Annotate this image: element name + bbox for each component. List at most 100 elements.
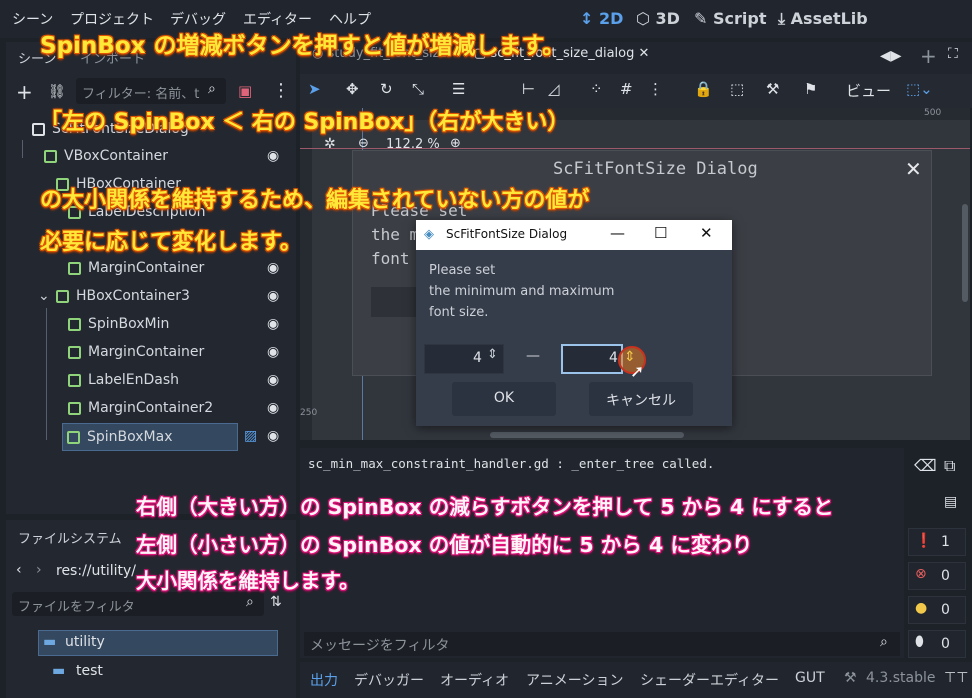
visibility-icon[interactable]: ◉ bbox=[267, 428, 279, 444]
list-tool-icon[interactable]: ☰ bbox=[452, 80, 465, 98]
annotation-line-6: 左側（小さい方）の SpinBox の値が自動的に 5 から 4 に変わり bbox=[136, 533, 753, 557]
filter-messages-button[interactable]: ❗ 1 bbox=[908, 528, 966, 556]
spinbox-max-value[interactable]: 4 bbox=[609, 350, 618, 366]
close-icon[interactable]: ✕ bbox=[639, 46, 650, 61]
visibility-icon[interactable]: ◉ bbox=[267, 148, 279, 164]
tab-debugger[interactable]: デバッガー bbox=[354, 670, 424, 690]
tree-item-margin-container2[interactable]: MarginContainer2 ◉ bbox=[8, 395, 292, 423]
skeleton-icon[interactable]: ⚑ bbox=[804, 80, 817, 98]
annotation-line-4: 必要に応じて変化します。 bbox=[40, 230, 302, 255]
link-icon[interactable]: ⛓ bbox=[48, 84, 66, 100]
mode-script-button[interactable]: ✎ Script bbox=[694, 9, 766, 28]
rotate-tool-icon[interactable]: ↻ bbox=[380, 80, 393, 98]
cancel-button[interactable]: キャンセル bbox=[589, 382, 693, 416]
vertical-ruler bbox=[300, 108, 312, 440]
tab-scroll-icon[interactable]: ◀▶ bbox=[880, 48, 902, 64]
group-icon[interactable]: ⬚ bbox=[730, 80, 744, 98]
move-tool-icon[interactable]: ✥ bbox=[346, 80, 359, 98]
visibility-icon[interactable]: ◉ bbox=[267, 260, 279, 276]
tab-shader-editor[interactable]: シェーダーエディター bbox=[640, 670, 779, 690]
tree-item-margin-2[interactable]: MarginContainer ◉ bbox=[8, 339, 292, 367]
ok-button[interactable]: OK bbox=[452, 382, 556, 416]
instance-icon[interactable]: ▣ bbox=[238, 82, 252, 100]
minimize-icon[interactable]: — bbox=[610, 224, 625, 242]
forward-icon[interactable]: › bbox=[36, 562, 42, 578]
tab-animation[interactable]: アニメーション bbox=[526, 670, 623, 690]
visibility-icon[interactable]: ◉ bbox=[267, 288, 279, 304]
filter-errors-button[interactable]: ⊗ 0 bbox=[908, 562, 966, 590]
bone-icon[interactable]: ⚒ bbox=[766, 80, 779, 98]
folder-utility[interactable]: ▬ utility bbox=[38, 630, 278, 656]
maximize-icon[interactable]: ☐ bbox=[654, 224, 667, 242]
hbox-icon bbox=[56, 290, 69, 303]
zoom-in-icon[interactable]: ⊕ bbox=[450, 136, 461, 151]
folder-test[interactable]: ▬ test bbox=[32, 660, 272, 686]
add-tab-icon[interactable]: + bbox=[920, 44, 937, 68]
zoom-out-icon[interactable]: ⊖ bbox=[358, 136, 369, 151]
pivot-icon: ✲ bbox=[324, 136, 336, 152]
tree-item-hbox3[interactable]: ⌄ HBoxContainer3 ◉ bbox=[8, 283, 292, 311]
tree-item-margin[interactable]: MarginContainer ◉ bbox=[8, 255, 292, 283]
back-icon[interactable]: ‹ bbox=[16, 562, 22, 578]
spinbox-min-value[interactable]: 4 bbox=[473, 350, 482, 366]
log-line: sc_min_max_constraint_handler.gd : _ente… bbox=[308, 456, 715, 471]
horizontal-scrollbar[interactable] bbox=[490, 432, 684, 438]
scene-filter-input[interactable]: フィルター: 名前、t ⌕ bbox=[76, 78, 226, 104]
message-filter-input[interactable]: メッセージをフィルタ ⌕ bbox=[304, 632, 900, 656]
chevron-down-icon[interactable]: ⌄ bbox=[38, 288, 50, 304]
visibility-icon[interactable]: ◉ bbox=[267, 372, 279, 388]
folder-icon: ▬ bbox=[43, 634, 57, 650]
visibility-icon[interactable]: ◉ bbox=[267, 316, 279, 332]
mouse-cursor-icon: ➚ bbox=[630, 362, 645, 382]
clear-icon[interactable]: ⌫ bbox=[914, 456, 937, 475]
collapse-icon[interactable]: ▤ bbox=[944, 494, 957, 510]
annotation-line-5: 右側（大きい方）の SpinBox の減らすボタンを押して 5 から 4 にする… bbox=[136, 495, 834, 519]
mode-assetlib-button[interactable]: ⤓ AssetLib bbox=[778, 9, 868, 29]
more-icon[interactable]: ⋮ bbox=[648, 80, 663, 98]
script-icon: ✎ bbox=[694, 9, 708, 28]
tab-audio[interactable]: オーディオ bbox=[440, 670, 509, 690]
script-attached-icon[interactable]: ▨ bbox=[244, 428, 257, 444]
spinbox-min[interactable]: 4 ⇕ bbox=[424, 344, 504, 374]
vbox-icon bbox=[44, 150, 57, 163]
distraction-free-icon[interactable]: ⛶ bbox=[948, 46, 958, 62]
close-icon[interactable]: ✕ bbox=[700, 224, 713, 242]
file-filter-input[interactable]: ファイルをフィルタ ⌕ bbox=[12, 592, 264, 616]
filter-editor-button[interactable]: ⬮ 0 bbox=[908, 630, 966, 658]
bottom-panel-icon[interactable]: ⊤⊤ bbox=[944, 670, 968, 686]
annotation-line-3: の大小関係を維持するため、編集されていない方の値が bbox=[40, 188, 590, 213]
snap-icon[interactable]: ⁘ bbox=[590, 80, 603, 98]
vertical-scrollbar[interactable] bbox=[962, 204, 968, 302]
tab-gut[interactable]: GUT bbox=[795, 670, 825, 686]
tab-output[interactable]: 出力 bbox=[310, 670, 338, 690]
godot-icon: ◈ bbox=[424, 227, 434, 242]
spinbox-arrows-icon[interactable]: ⇕ bbox=[487, 347, 498, 362]
spinbox-max[interactable]: 4 bbox=[561, 344, 623, 374]
tree-item-spinbox-max[interactable]: SpinBoxMax bbox=[62, 423, 238, 451]
add-node-icon[interactable]: + bbox=[16, 80, 33, 104]
tree-item-label-en-dash[interactable]: LabelEnDash ◉ bbox=[8, 367, 292, 395]
cube-icon: ⬡ bbox=[636, 9, 650, 28]
transform-icon[interactable]: ⬚⌄ bbox=[906, 80, 933, 98]
view-menu[interactable]: ビュー bbox=[846, 80, 891, 101]
more-icon[interactable]: ⋮ bbox=[272, 80, 290, 101]
folder-icon: ▬ bbox=[52, 663, 66, 679]
grid-icon[interactable]: # bbox=[620, 80, 633, 98]
filesystem-title: ファイルシステム bbox=[18, 532, 122, 547]
mode-2d-button[interactable]: ↕ 2D bbox=[580, 9, 623, 28]
scale-tool-icon[interactable]: ⤡ bbox=[412, 80, 424, 98]
sort-icon[interactable]: ⇅ bbox=[270, 594, 282, 610]
visibility-icon[interactable]: ◉ bbox=[267, 344, 279, 360]
tree-item-vbox[interactable]: VBoxContainer ◉ bbox=[8, 143, 292, 171]
filter-warnings-button[interactable]: ● 0 bbox=[908, 596, 966, 624]
ruler-tool-icon[interactable]: ⊢ bbox=[522, 80, 535, 98]
select-tool-icon[interactable]: ➤ bbox=[308, 80, 321, 98]
tree-item-spinbox-min[interactable]: SpinBoxMin ◉ bbox=[8, 311, 292, 339]
copy-icon[interactable]: ⧉ bbox=[944, 456, 955, 476]
visibility-icon[interactable]: ◉ bbox=[267, 400, 279, 416]
annotation-line-7: 大小関係を維持します。 bbox=[136, 569, 360, 593]
lock-icon[interactable]: 🔒 bbox=[694, 80, 713, 98]
triangle-tool-icon[interactable]: ◿ bbox=[548, 80, 560, 98]
mode-3d-button[interactable]: ⬡ 3D bbox=[636, 9, 680, 28]
filesystem-path[interactable]: res://utility/ bbox=[56, 563, 136, 579]
